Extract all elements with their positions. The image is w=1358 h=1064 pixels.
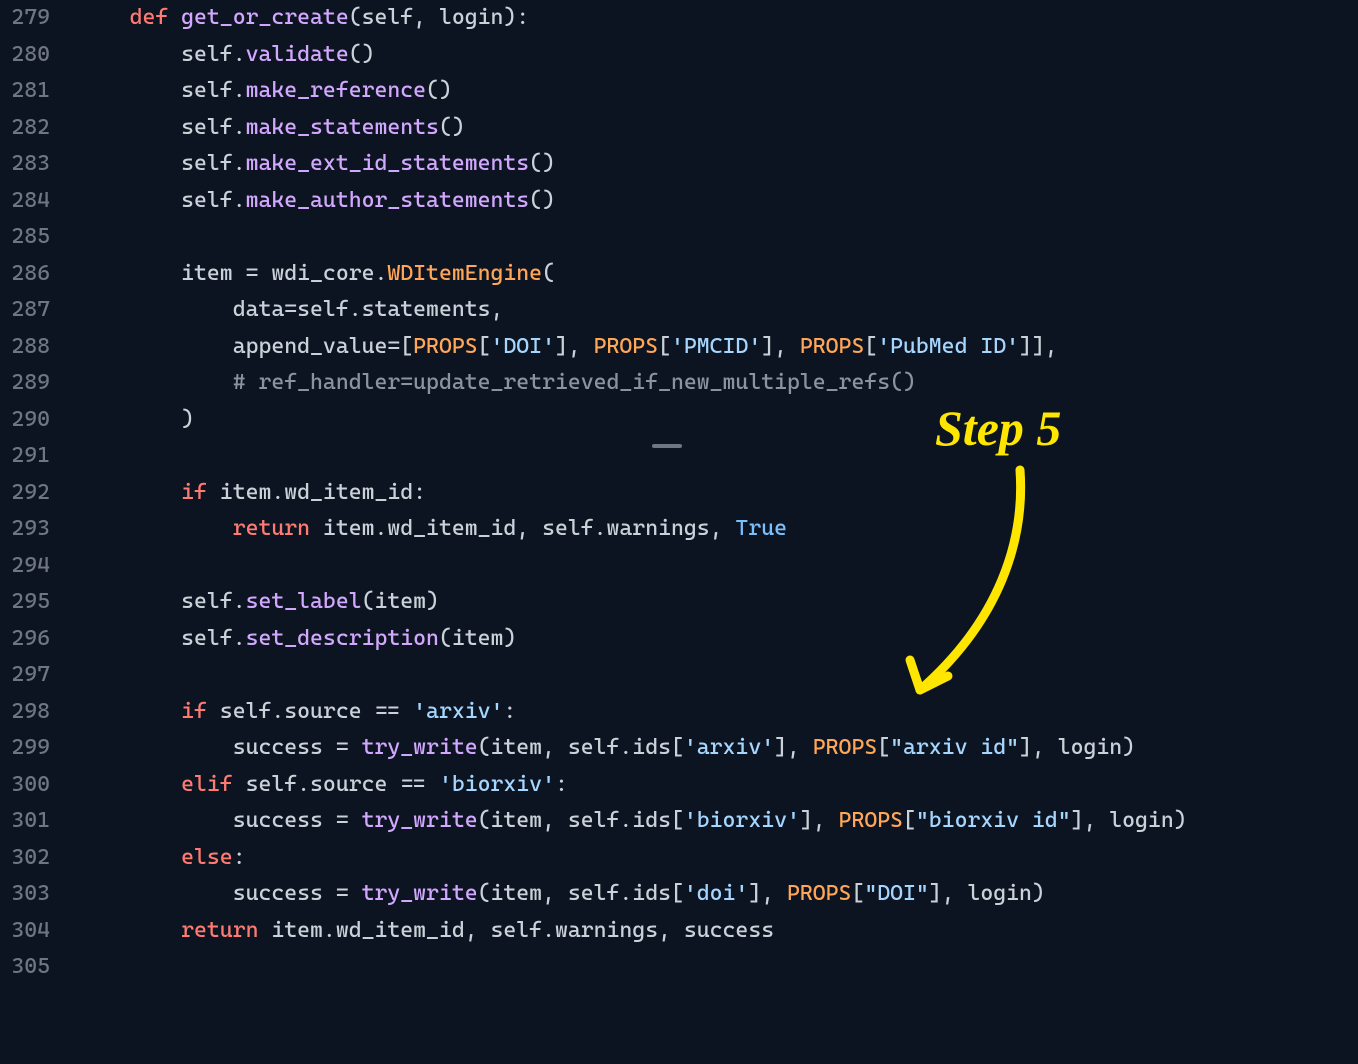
line-number: 287 [0, 292, 50, 329]
code-line[interactable]: item = wdi_core.WDItemEngine( [78, 256, 1358, 293]
line-number: 302 [0, 840, 50, 877]
line-number: 300 [0, 767, 50, 804]
code-line[interactable]: elif self.source == 'biorxiv': [78, 767, 1358, 804]
code-line[interactable]: self.set_label(item) [78, 584, 1358, 621]
line-number: 290 [0, 402, 50, 439]
code-line[interactable]: success = try_write(item, self.ids['bior… [78, 803, 1358, 840]
line-number: 304 [0, 913, 50, 950]
line-number: 294 [0, 548, 50, 585]
code-line[interactable]: else: [78, 840, 1358, 877]
code-editor[interactable]: 2792802812822832842852862872882892902912… [0, 0, 1358, 986]
code-line[interactable]: if item.wd_item_id: [78, 475, 1358, 512]
line-number: 285 [0, 219, 50, 256]
code-content[interactable]: def get_or_create(self, login): self.val… [78, 0, 1358, 986]
code-line[interactable] [78, 438, 1358, 475]
code-line[interactable]: success = try_write(item, self.ids['doi'… [78, 876, 1358, 913]
line-number: 284 [0, 183, 50, 220]
code-line[interactable]: self.validate() [78, 37, 1358, 74]
line-number: 283 [0, 146, 50, 183]
code-line[interactable]: append_value=[PROPS['DOI'], PROPS['PMCID… [78, 329, 1358, 366]
code-line[interactable]: return item.wd_item_id, self.warnings, T… [78, 511, 1358, 548]
code-line[interactable]: data=self.statements, [78, 292, 1358, 329]
code-line[interactable]: ) [78, 402, 1358, 439]
line-number: 279 [0, 0, 50, 37]
code-line[interactable]: self.make_statements() [78, 110, 1358, 147]
line-number: 295 [0, 584, 50, 621]
line-number: 286 [0, 256, 50, 293]
line-number: 305 [0, 949, 50, 986]
line-number: 297 [0, 657, 50, 694]
code-line[interactable]: return item.wd_item_id, self.warnings, s… [78, 913, 1358, 950]
line-number: 281 [0, 73, 50, 110]
code-line[interactable] [78, 657, 1358, 694]
code-line[interactable]: self.set_description(item) [78, 621, 1358, 658]
code-line[interactable] [78, 548, 1358, 585]
line-number: 280 [0, 37, 50, 74]
code-line[interactable]: self.make_reference() [78, 73, 1358, 110]
fold-indicator [652, 444, 682, 448]
code-line[interactable]: def get_or_create(self, login): [78, 0, 1358, 37]
code-line[interactable]: # ref_handler=update_retrieved_if_new_mu… [78, 365, 1358, 402]
line-number: 292 [0, 475, 50, 512]
code-line[interactable]: self.make_ext_id_statements() [78, 146, 1358, 183]
code-line[interactable]: self.make_author_statements() [78, 183, 1358, 220]
line-number: 296 [0, 621, 50, 658]
line-number: 303 [0, 876, 50, 913]
code-line[interactable]: success = try_write(item, self.ids['arxi… [78, 730, 1358, 767]
line-number-gutter: 2792802812822832842852862872882892902912… [0, 0, 78, 986]
line-number: 282 [0, 110, 50, 147]
line-number: 291 [0, 438, 50, 475]
line-number: 299 [0, 730, 50, 767]
line-number: 288 [0, 329, 50, 366]
code-line[interactable]: if self.source == 'arxiv': [78, 694, 1358, 731]
code-line[interactable] [78, 219, 1358, 256]
line-number: 301 [0, 803, 50, 840]
line-number: 293 [0, 511, 50, 548]
line-number: 298 [0, 694, 50, 731]
code-line[interactable] [78, 949, 1358, 986]
line-number: 289 [0, 365, 50, 402]
